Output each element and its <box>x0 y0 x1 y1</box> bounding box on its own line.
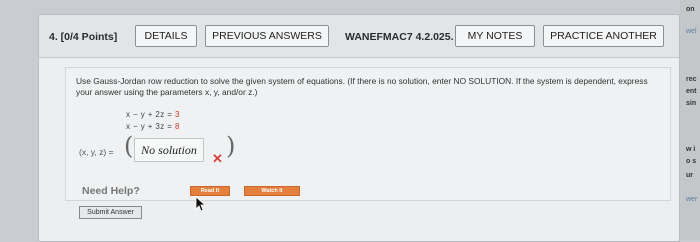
practice-another-button[interactable]: PRACTICE ANOTHER <box>543 25 664 47</box>
right-edge-text: sin <box>686 100 697 107</box>
question-header: 4. [0/4 Points] DETAILS PREVIOUS ANSWERS… <box>39 15 679 58</box>
right-edge-text: on <box>686 6 695 13</box>
right-paren: ) <box>226 132 236 160</box>
right-edge-text: w i <box>686 146 696 153</box>
right-edge-text: wer <box>686 196 698 203</box>
right-edge-text: o s <box>686 158 697 165</box>
submit-answer-button[interactable]: Submit Answer <box>79 206 142 219</box>
instructions-text: Use Gauss-Jordan row reduction to solve … <box>76 76 648 97</box>
equation-2: x − y + 3z = 8 <box>126 122 180 131</box>
incorrect-icon: ✕ <box>212 151 223 166</box>
equation-2-rhs: 8 <box>175 122 180 131</box>
read-it-button[interactable]: Read It <box>190 186 230 196</box>
left-paren: ( <box>124 132 134 160</box>
answer-tuple-label: (x, y, z) = <box>79 147 114 157</box>
watch-it-button[interactable]: Watch It <box>244 186 300 196</box>
previous-answers-button[interactable]: PREVIOUS ANSWERS <box>205 25 329 47</box>
problem-reference: WANEFMAC7 4.2.025. <box>345 31 454 43</box>
mouse-cursor-icon <box>195 196 207 212</box>
equation-1-rhs: 3 <box>175 110 180 119</box>
right-page-edge <box>680 0 700 240</box>
right-edge-text: rec <box>686 76 697 83</box>
question-content: Use Gauss-Jordan row reduction to solve … <box>65 67 671 201</box>
right-edge-text: ent <box>686 88 697 95</box>
need-help-label: Need Help? <box>82 185 140 197</box>
question-card: 4. [0/4 Points] DETAILS PREVIOUS ANSWERS… <box>38 14 680 242</box>
equation-1-lhs: x − y + 2z = <box>126 110 173 119</box>
answer-input[interactable]: No solution <box>134 138 204 162</box>
my-notes-button[interactable]: MY NOTES <box>455 25 535 47</box>
right-edge-text: ur <box>686 172 693 179</box>
equation-2-lhs: x − y + 3z = <box>126 122 173 131</box>
details-button[interactable]: DETAILS <box>135 25 197 47</box>
question-number: 4. [0/4 Points] <box>49 31 118 43</box>
equation-1: x − y + 2z = 3 <box>126 110 180 119</box>
right-edge-text: wel <box>686 28 697 35</box>
